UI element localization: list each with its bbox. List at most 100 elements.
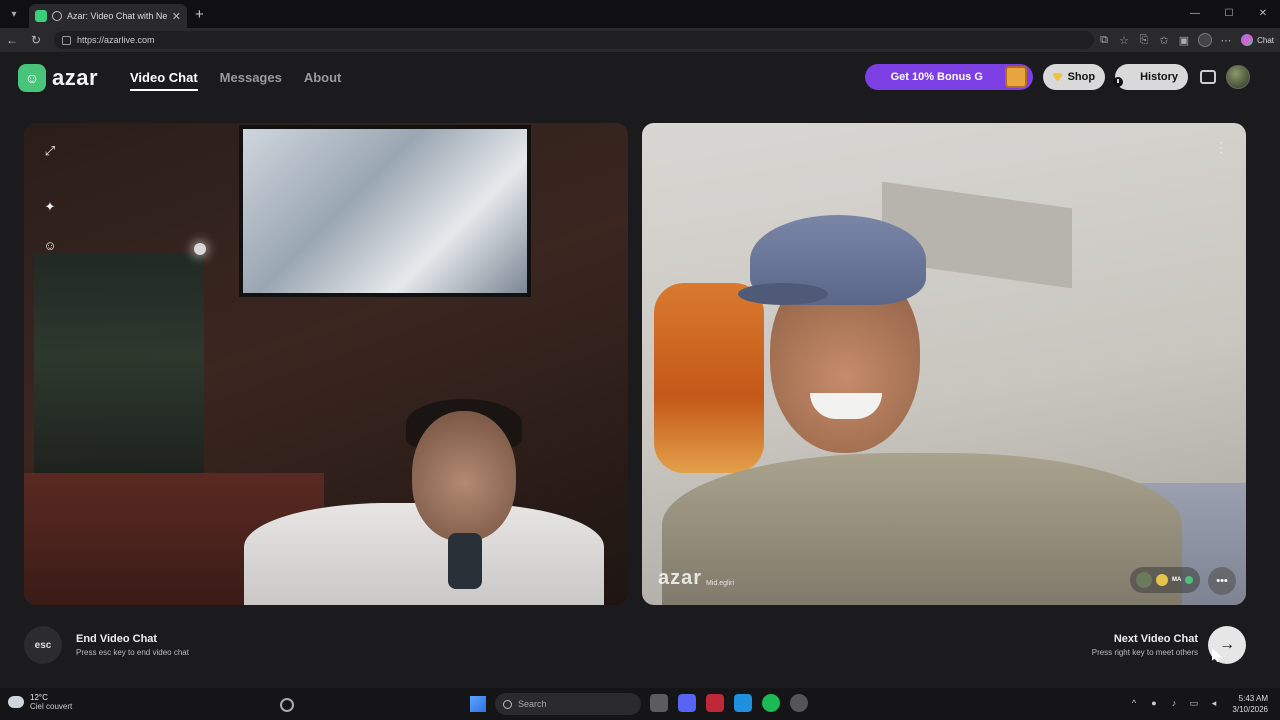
collections-icon[interactable]: ▣ — [1178, 34, 1190, 47]
gem-badge-icon — [1156, 574, 1168, 586]
system-tray: ^ ● ♪ ▭ ◂ — [1128, 697, 1220, 709]
nav-video-chat[interactable]: Video Chat — [130, 70, 198, 91]
end-chat-esc-button[interactable]: esc — [24, 626, 62, 664]
chat-bubble-icon[interactable]: ••• — [1208, 567, 1236, 595]
magic-wand-icon[interactable]: ✦ — [38, 195, 62, 219]
next-chat-hint: Press right key to meet others — [1091, 648, 1198, 657]
tab-title: Azar: Video Chat with New Pe — [67, 11, 167, 21]
taskbar-search-placeholder: Search — [518, 699, 547, 709]
weather-description: Ciel couvert — [30, 702, 73, 711]
nav-about[interactable]: About — [304, 70, 342, 91]
copilot-icon — [1241, 34, 1254, 46]
azar-watermark: azar Mid.egliri — [658, 567, 734, 590]
weather-widget[interactable]: 12°C Ciel couvert — [8, 693, 72, 711]
bonus-gem-promo-button[interactable]: Get 10% Bonus G — [864, 64, 1033, 90]
display-icon[interactable]: ▭ — [1188, 697, 1200, 709]
inbox-icon[interactable] — [1200, 70, 1216, 84]
clock-time: 5:43 AM — [1238, 694, 1268, 703]
browser-tab-azar[interactable]: Azar: Video Chat with New Pe ✕ — [29, 4, 187, 28]
spotify-icon[interactable] — [762, 694, 780, 712]
back-arrow-icon[interactable]: ← — [0, 33, 24, 47]
file-explorer-icon[interactable] — [650, 694, 668, 712]
browser-profile-icon[interactable] — [1198, 33, 1212, 47]
search-icon — [503, 699, 512, 709]
browser-menu-icon[interactable]: ⋯ — [1220, 34, 1232, 47]
browser-toolbar-icons: ⧉ ☆ ⎘ ✩ ▣ ⋯ — [1098, 28, 1232, 52]
windows-start-icon[interactable] — [470, 696, 486, 712]
video-tools: ⤢ ✦ ☺ — [38, 139, 62, 257]
nav-messages[interactable]: Messages — [220, 70, 282, 91]
more-options-icon[interactable]: ⋮ — [1214, 139, 1228, 156]
copilot-chat-button[interactable]: Chat — [1241, 32, 1274, 48]
taskbar-apps — [650, 694, 808, 712]
cloud-icon — [8, 696, 24, 708]
partner-badges[interactable]: MA — [1130, 567, 1200, 593]
edge-browser-icon[interactable] — [734, 694, 752, 712]
expand-icon[interactable]: ⤢ — [38, 139, 62, 163]
window-controls: — ☐ ✕ — [1178, 0, 1280, 28]
azar-logo-mark-icon: ☺ — [18, 64, 46, 92]
header-actions: Get 10% Bonus G Shop History — [864, 64, 1250, 90]
audio-playing-icon[interactable] — [52, 11, 62, 21]
sticker-face-icon[interactable]: ☺ — [38, 233, 62, 257]
azar-app: ☺ azar Video Chat Messages About Get 10%… — [0, 52, 1280, 688]
browser-tab-bar: ▾ Azar: Video Chat with New Pe ✕ + — ☐ ✕ — [0, 0, 1280, 28]
maximize-icon[interactable]: ☐ — [1212, 0, 1246, 28]
shop-label: Shop — [1067, 71, 1096, 83]
promo-label: Get 10% Bonus G — [890, 71, 983, 83]
video-scene-partner-cap-brim — [738, 283, 828, 305]
windows-taskbar: 12°C Ciel couvert Search ^ ● ♪ ▭ ◂ 5:43 … — [0, 688, 1280, 720]
user-avatar[interactable] — [1226, 65, 1250, 89]
online-indicator-icon — [1185, 576, 1194, 584]
weather-temperature: 12°C — [30, 693, 48, 702]
tray-app-icon[interactable]: ● — [1148, 697, 1160, 709]
url-text: https://azarlive.com — [77, 35, 155, 45]
country-badge: MA — [1172, 577, 1182, 583]
copilot-label: Chat — [1257, 35, 1274, 45]
video-scene-partner-body — [662, 453, 1182, 605]
reload-icon[interactable]: ↻ — [24, 33, 48, 47]
next-video-chat-control: Next Video Chat Press right key to meet … — [1092, 626, 1246, 664]
history-label: History — [1140, 71, 1178, 83]
url-field[interactable]: https://azarlive.com — [54, 31, 1094, 49]
next-chat-title: Next Video Chat — [1113, 633, 1198, 645]
discord-icon[interactable] — [678, 694, 696, 712]
tray-overflow-chevron-icon[interactable]: ^ — [1128, 697, 1140, 709]
favorites-icon[interactable]: ✩ — [1158, 34, 1170, 47]
split-screen-icon[interactable]: ⎘ — [1138, 34, 1150, 47]
azar-wordmark: azar — [52, 65, 99, 90]
end-chat-title: End Video Chat — [76, 633, 158, 645]
history-button[interactable]: History — [1113, 64, 1188, 90]
shop-button[interactable]: Shop — [1042, 64, 1106, 90]
close-window-icon[interactable]: ✕ — [1246, 0, 1280, 28]
watermark-logo: azar — [658, 567, 703, 589]
partner-avatar-icon — [1136, 572, 1152, 588]
favorite-star-icon[interactable]: ☆ — [1118, 34, 1130, 47]
azar-logo[interactable]: ☺ azar — [18, 64, 98, 92]
site-info-icon[interactable] — [62, 35, 71, 45]
clock-icon — [1113, 77, 1124, 87]
azar-favicon-icon — [35, 10, 47, 22]
pocket-icon[interactable] — [706, 694, 724, 712]
end-video-chat-control: esc End Video Chat Press esc key to end … — [24, 626, 189, 664]
video-scene-orange-bag — [654, 283, 764, 473]
minimize-icon[interactable]: — — [1178, 0, 1212, 28]
taskbar-search-box[interactable]: Search — [495, 693, 641, 715]
video-scene-bottle — [448, 533, 482, 589]
video-scene-tv — [239, 125, 531, 297]
treasure-chest-icon — [1004, 66, 1027, 88]
gem-icon — [1052, 72, 1063, 82]
volume-icon[interactable]: ◂ — [1208, 697, 1220, 709]
taskbar-clock[interactable]: 5:43 AM 3/10/2026 — [1232, 693, 1268, 715]
end-chat-hint: Press esc key to end video chat — [76, 648, 189, 657]
tab-list-chevron-icon[interactable]: ▾ — [3, 4, 25, 24]
microphone-icon[interactable]: ♪ — [1168, 697, 1180, 709]
watermark-handle: Mid.egliri — [706, 580, 735, 587]
tab-close-icon[interactable]: ✕ — [172, 10, 181, 23]
read-aloud-icon[interactable]: ⧉ — [1098, 34, 1110, 47]
video-scene-light — [194, 243, 206, 255]
partner-video-pane: ⋮ azar Mid.egliri MA ••• — [642, 123, 1246, 605]
new-tab-button[interactable]: + — [195, 6, 204, 23]
steam-icon[interactable] — [790, 694, 808, 712]
copilot-taskbar-icon[interactable] — [280, 698, 294, 712]
